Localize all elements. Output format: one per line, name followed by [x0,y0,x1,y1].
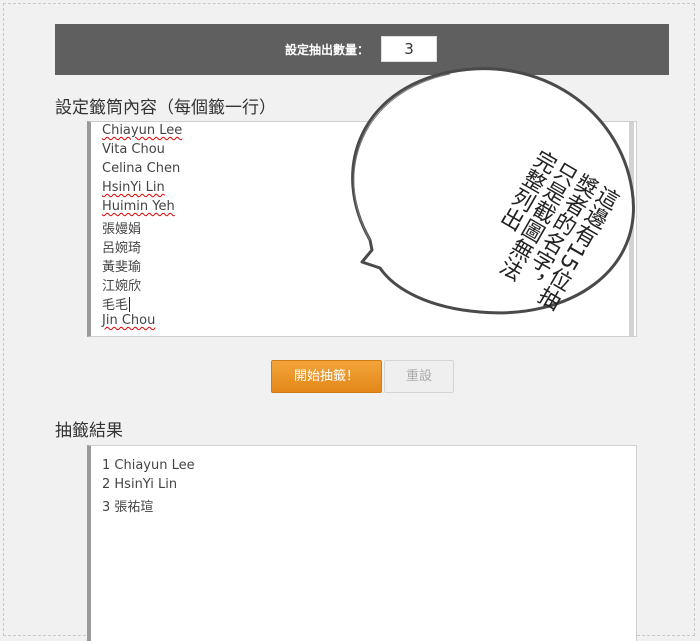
result-line: 3 張祐瑄 [102,500,154,515]
entry-line: 黃斐瑜 [102,260,142,275]
entry-line: Vita Chou [102,142,165,157]
entry-line: 毛毛 [102,298,129,313]
reset-button[interactable]: 重設 [384,360,454,393]
entry-line: HsinYi Lin [102,180,165,195]
text-caret [129,297,131,312]
result-line: 2 HsinYi Lin [102,477,178,492]
entry-line-with-caret: 毛毛 [102,294,131,313]
entries-heading: 設定籤筒內容（每個籤一行） [55,98,276,118]
draw-count-label: 設定抽出數量： [285,43,370,57]
draw-count-input[interactable]: 3 [381,36,437,62]
results-heading: 抽籤結果 [55,421,123,441]
entries-scrollbar[interactable] [629,122,634,336]
entry-line: Celina Chen [102,161,181,176]
entry-line-text: Jin Chou [102,313,156,328]
entry-line: 江婉欣 [102,279,142,294]
result-line: 1 Chiayun Lee [102,458,195,473]
entry-line: Chiayun Lee [102,123,183,138]
draw-count-bar: 設定抽出數量： 3 [55,24,669,75]
entry-line: 張嫚娟 [102,222,142,237]
entry-line: 呂婉琦 [102,241,142,256]
results-textarea[interactable]: 1 Chiayun Lee 2 HsinYi Lin 3 張祐瑄 [87,445,637,641]
entry-line: Jin Chou [102,313,155,328]
entry-line: Huimin Yeh [102,199,175,214]
start-draw-button[interactable]: 開始抽籤！ [271,360,382,393]
